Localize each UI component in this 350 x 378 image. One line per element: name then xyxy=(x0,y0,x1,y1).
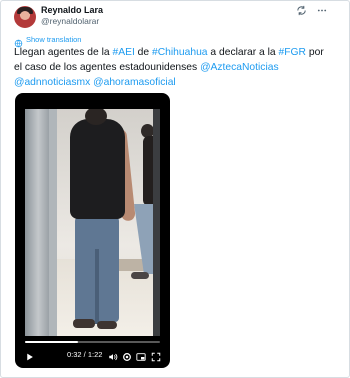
volume-icon[interactable] xyxy=(108,349,118,367)
tweet-text-segment: de xyxy=(134,47,152,58)
tweet-text-segment: a declarar a la xyxy=(207,47,279,58)
grok-icon[interactable] xyxy=(296,5,307,16)
tweet-header-actions xyxy=(296,5,328,16)
video-progress-fill xyxy=(25,341,78,343)
video-progress-bar[interactable] xyxy=(25,341,160,343)
mention-link[interactable]: @adnnoticiasmx xyxy=(14,77,90,88)
hashtag-link[interactable]: #Chihuahua xyxy=(152,47,208,58)
video-door-frame xyxy=(25,109,49,336)
tweet-text-segment: Llegan agentes de la xyxy=(14,47,113,58)
mention-link[interactable]: @ahoramasoficial xyxy=(93,77,176,88)
hashtag-link[interactable]: #AEI xyxy=(112,47,134,58)
video-frame xyxy=(25,109,160,336)
hashtag-link[interactable]: #FGR xyxy=(279,47,306,58)
video-time: 0:32 / 1:22 xyxy=(67,350,103,359)
video-controls: 0:32 / 1:22 xyxy=(15,338,170,368)
play-icon[interactable] xyxy=(25,349,34,367)
tweet-text: Llegan agentes de la #AEI de #Chihuahua … xyxy=(14,45,334,90)
author-name[interactable]: Reynaldo Lara xyxy=(41,5,103,15)
video-door-edge xyxy=(49,109,57,336)
video-right-edge xyxy=(153,109,160,336)
mention-link[interactable]: @AztecaNoticias xyxy=(200,62,279,73)
author-handle[interactable]: @reynaldolarar xyxy=(41,16,99,26)
fullscreen-icon[interactable] xyxy=(151,349,161,367)
avatar-face xyxy=(20,11,30,20)
more-icon[interactable] xyxy=(316,5,328,16)
video-player[interactable]: 0:32 / 1:22 xyxy=(15,93,170,368)
settings-icon[interactable] xyxy=(122,349,132,367)
video-person-shirt xyxy=(70,119,125,219)
show-translation-link[interactable]: Show translation xyxy=(26,35,81,44)
video-person-shoe xyxy=(73,319,95,328)
pip-icon[interactable] xyxy=(136,349,146,367)
avatar[interactable] xyxy=(14,6,36,28)
video-person-shoe xyxy=(97,321,117,329)
